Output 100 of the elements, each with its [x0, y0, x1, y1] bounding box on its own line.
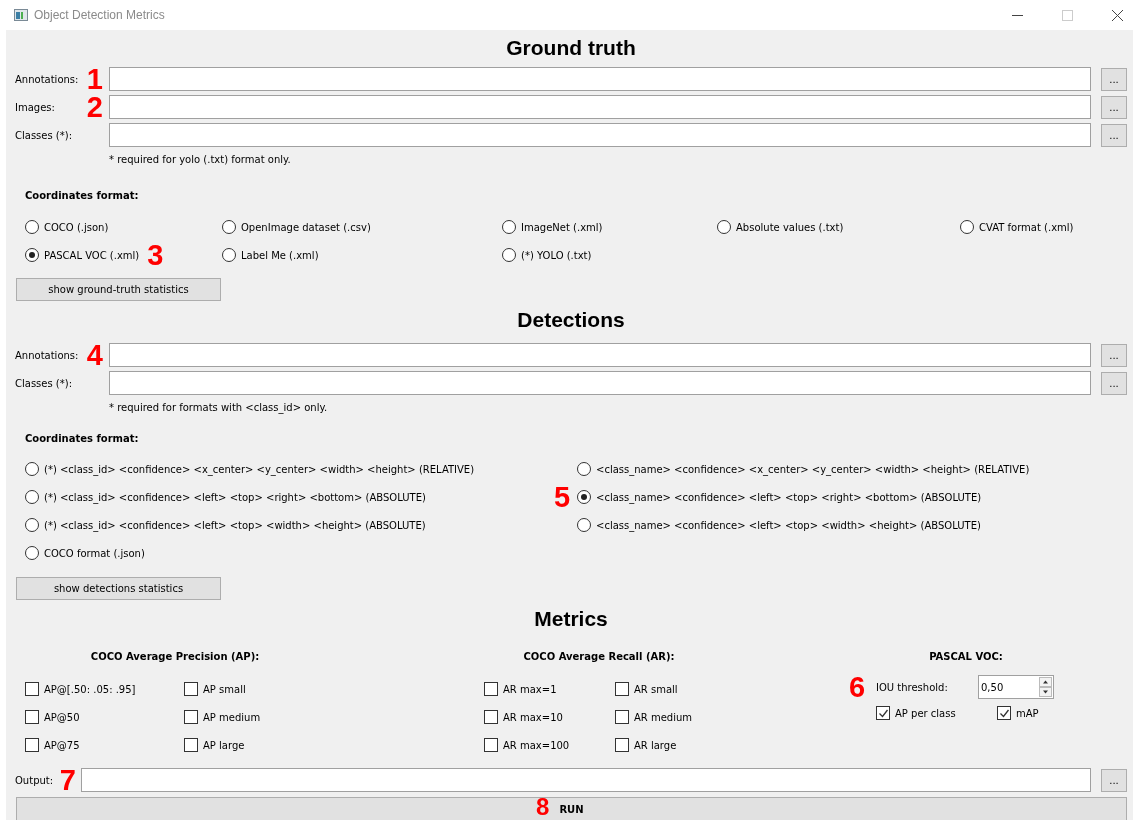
checkbox-label: AP@[.50: .05: .95]: [44, 683, 136, 695]
radio-label: (*) YOLO (.txt): [521, 249, 592, 261]
checkbox-label: AP@75: [44, 739, 80, 751]
browse-button[interactable]: ...: [1101, 123, 1127, 147]
radio-label: PASCAL VOC (.xml): [44, 249, 140, 261]
field-label: Classes (*):: [15, 129, 73, 141]
radio-label: OpenImage dataset (.csv): [241, 221, 371, 233]
checkbox[interactable]: [25, 738, 39, 752]
radio-label: Absolute values (.txt): [736, 221, 844, 233]
browse-button[interactable]: ...: [1101, 371, 1127, 395]
checkbox-label: AP small: [203, 683, 246, 695]
checkbox[interactable]: [615, 738, 629, 752]
window-title: Object Detection Metrics: [34, 8, 165, 22]
radio-label: (*) <class_id> <confidence> <left> <top> <width> <height> (ABSOLUTE): [44, 519, 426, 531]
path-input-field[interactable]: [109, 371, 1091, 395]
group-heading: PASCAL VOC:: [928, 650, 1004, 664]
checkbox-label: AP per class: [895, 707, 956, 719]
checkbox[interactable]: [484, 682, 498, 696]
annotation-number: 6: [849, 675, 866, 699]
radio-button[interactable]: [577, 462, 591, 476]
section-heading: Detections: [516, 307, 626, 333]
checkbox[interactable]: [997, 706, 1011, 720]
checkbox[interactable]: [25, 710, 39, 724]
radio-button[interactable]: [25, 220, 39, 234]
statistics-button[interactable]: show ground-truth statistics: [16, 278, 221, 301]
radio-button[interactable]: [25, 546, 39, 560]
browse-button[interactable]: ...: [1101, 768, 1127, 792]
threshold-spinbox[interactable]: 0,50: [978, 675, 1054, 699]
group-heading: COCO Average Recall (AR):: [522, 650, 676, 664]
radio-label: COCO format (.json): [44, 547, 145, 559]
radio-button[interactable]: [577, 518, 591, 532]
path-input-field[interactable]: [109, 67, 1091, 91]
checkbox-label: AR max=10: [503, 711, 563, 723]
checkbox[interactable]: [615, 710, 629, 724]
field-label: Output:: [15, 774, 54, 786]
checkbox[interactable]: [184, 682, 198, 696]
checkbox-label: AP@50: [44, 711, 80, 723]
field-label: Images:: [15, 101, 55, 113]
radio-button[interactable]: [25, 518, 39, 532]
radio-button[interactable]: [502, 248, 516, 262]
radio-button[interactable]: [960, 220, 974, 234]
checkbox-label: AR medium: [634, 711, 693, 723]
field-label: Classes (*):: [15, 377, 73, 389]
field-label: Annotations:: [15, 73, 79, 85]
checkbox-label: mAP: [1016, 707, 1039, 719]
radio-label: CVAT format (.xml): [979, 221, 1074, 233]
browse-button[interactable]: ...: [1101, 343, 1127, 367]
checkbox-label: AR large: [634, 739, 677, 751]
checkbox-label: AR max=100: [503, 739, 570, 751]
checkbox[interactable]: [484, 710, 498, 724]
radio-label: Label Me (.xml): [241, 249, 319, 261]
radio-button[interactable]: [222, 248, 236, 262]
radio-button[interactable]: [502, 220, 516, 234]
checkbox-label: AP medium: [203, 711, 261, 723]
radio-label: <class_name> <confidence> <x_center> <y_center> <width> <height> (RELATIVE): [596, 463, 1030, 475]
annotation-number: 1: [86, 67, 103, 91]
radio-button[interactable]: [717, 220, 731, 234]
checkbox[interactable]: [25, 682, 39, 696]
radio-label: (*) <class_id> <confidence> <x_center> <y_center> <width> <height> (RELATIVE): [44, 463, 475, 475]
radio-label: ImageNet (.xml): [521, 221, 603, 233]
group-heading: COCO Average Precision (AP):: [89, 650, 261, 664]
path-input-field[interactable]: [109, 343, 1091, 367]
path-input-field[interactable]: [109, 123, 1091, 147]
radio-button[interactable]: [25, 462, 39, 476]
radio-label: COCO (.json): [44, 221, 109, 233]
app-icon: [14, 9, 28, 21]
radio-label: <class_name> <confidence> <left> <top> <width> <height> (ABSOLUTE): [596, 519, 981, 531]
checkbox[interactable]: [615, 682, 629, 696]
checkbox[interactable]: [184, 738, 198, 752]
checkbox[interactable]: [184, 710, 198, 724]
checkbox-label: AP large: [203, 739, 245, 751]
hint-text: * required for formats with <class_id> only.: [109, 401, 329, 416]
checkbox[interactable]: [484, 738, 498, 752]
output-input-field[interactable]: [81, 768, 1091, 792]
hint-text: * required for yolo (.txt) format only.: [109, 153, 292, 167]
annotation-number: 2: [86, 95, 103, 119]
checkbox-label: AR max=1: [503, 683, 557, 695]
close-icon[interactable]: [1112, 9, 1123, 21]
spin-down-icon[interactable]: [1039, 687, 1052, 697]
annotation-number: 4: [86, 343, 103, 367]
field-label: Annotations:: [15, 349, 79, 361]
section-heading: Metrics: [533, 606, 609, 632]
annotation-number: 3: [147, 243, 164, 267]
radio-button[interactable]: [25, 248, 39, 262]
spin-up-icon[interactable]: [1039, 677, 1052, 687]
threshold-label: IOU threshold:: [876, 681, 949, 693]
path-input-field[interactable]: [109, 95, 1091, 119]
radio-button[interactable]: [222, 220, 236, 234]
statistics-button[interactable]: show detections statistics: [16, 577, 221, 600]
radio-button[interactable]: [25, 490, 39, 504]
browse-button[interactable]: ...: [1101, 95, 1127, 119]
radio-button[interactable]: [577, 490, 591, 504]
checkbox[interactable]: [876, 706, 890, 720]
browse-button[interactable]: ...: [1101, 67, 1127, 91]
annotation-number: 5: [554, 485, 571, 509]
section-heading: Ground truth: [505, 35, 637, 61]
group-heading: Coordinates format:: [25, 432, 140, 446]
radio-label: <class_name> <confidence> <left> <top> <right> <bottom> (ABSOLUTE): [596, 491, 982, 503]
annotation-number: 7: [59, 768, 76, 792]
annotation-number: 8: [536, 796, 550, 818]
